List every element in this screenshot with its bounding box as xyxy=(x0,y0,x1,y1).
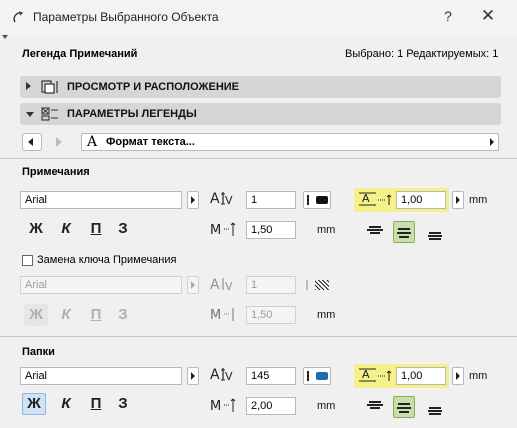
folders-width-unit: mm xyxy=(317,400,336,412)
folders-underline-button[interactable]: П xyxy=(84,393,108,415)
line-spacing-icon: A xyxy=(359,192,392,206)
selection-count: Выбрано: 1 Редактируемых: 1 xyxy=(345,48,499,60)
folders-heading: Папки xyxy=(22,346,55,358)
svg-text:M: M xyxy=(210,308,221,323)
notes-strike-button[interactable]: З xyxy=(111,218,135,240)
notes-font-dropdown[interactable] xyxy=(187,191,199,209)
prev-panel-button[interactable] xyxy=(22,133,42,151)
font-size-icon-disabled: A V xyxy=(210,277,233,293)
svg-text:M: M xyxy=(210,223,221,238)
panel-select[interactable]: A Формат текста... xyxy=(81,133,499,151)
notes-italic-button[interactable]: К xyxy=(54,218,78,240)
folders-line-spacing-field[interactable]: 1,00 xyxy=(396,367,446,385)
notes-font-field[interactable]: Arial xyxy=(20,191,182,209)
view-placement-icon xyxy=(41,80,58,94)
font-size-icon: A V xyxy=(210,191,233,207)
override-underline-button[interactable]: П xyxy=(84,304,108,326)
override-checkbox-label: Замена ключа Примечания xyxy=(37,254,177,266)
arrow-left-icon xyxy=(28,138,33,146)
corner-marker xyxy=(2,35,8,39)
svg-text:A: A xyxy=(362,192,370,205)
override-font-dropdown[interactable] xyxy=(187,276,199,294)
folders-align-right-button[interactable] xyxy=(425,399,447,421)
line-spacing-icon: A xyxy=(359,368,392,382)
notes-bold-button[interactable]: Ж xyxy=(24,218,48,240)
panel-select-label: Формат текста... xyxy=(106,136,195,148)
app-icon xyxy=(13,11,24,23)
notes-underline-button[interactable]: П xyxy=(84,218,108,240)
notes-width-unit: mm xyxy=(317,224,336,236)
svg-text:V: V xyxy=(225,370,233,383)
folders-font-field[interactable]: Arial xyxy=(20,367,182,385)
svg-text:A: A xyxy=(210,367,220,383)
expand-right-icon xyxy=(26,82,31,90)
folders-strike-button[interactable]: З xyxy=(111,393,135,415)
folders-size-field[interactable]: 145 xyxy=(246,367,296,385)
section-legend-params[interactable]: ПАРАМЕТРЫ ЛЕГЕНДЫ xyxy=(20,103,501,125)
override-font-field[interactable]: Arial xyxy=(20,276,182,294)
text-format-icon: A xyxy=(87,134,98,150)
override-pen-color[interactable] xyxy=(303,276,331,294)
folders-italic-button[interactable]: К xyxy=(54,393,78,415)
folders-color-swatch xyxy=(316,372,328,380)
folders-pen-color[interactable] xyxy=(303,367,331,385)
override-width-unit: mm xyxy=(317,309,336,321)
notes-align-center-button[interactable] xyxy=(393,221,415,243)
notes-line-spacing-field[interactable]: 1,00 xyxy=(396,191,446,209)
folders-bold-button[interactable]: Ж xyxy=(22,393,46,415)
override-strike-button[interactable]: З xyxy=(111,304,135,326)
notes-line-spacing-unit: mm xyxy=(469,194,488,206)
folders-align-center-button[interactable] xyxy=(393,396,415,418)
legend-title: Легенда Примечаний xyxy=(22,48,138,60)
notes-heading: Примечания xyxy=(22,166,90,178)
section-legend-params-label: ПАРАМЕТРЫ ЛЕГЕНДЫ xyxy=(67,108,197,120)
title-bar: Параметры Выбранного Объекта ? ✕ xyxy=(0,0,517,34)
folders-width-field[interactable]: 2,00 xyxy=(246,397,296,415)
svg-text:V: V xyxy=(225,280,233,293)
folders-align-left-button[interactable] xyxy=(366,393,388,415)
font-size-icon: A V xyxy=(210,367,233,383)
override-color-pattern xyxy=(315,280,329,290)
width-factor-icon-disabled: M xyxy=(210,308,234,323)
section-view-placement[interactable]: ПРОСМОТР И РАСПОЛОЖЕНИЕ xyxy=(20,76,501,98)
svg-text:V: V xyxy=(225,194,233,207)
notes-align-left-button[interactable] xyxy=(366,218,388,240)
legend-params-icon xyxy=(41,107,58,121)
separator xyxy=(0,336,517,337)
width-factor-icon: M xyxy=(210,398,236,414)
folders-line-spacing-unit: mm xyxy=(469,370,488,382)
folders-font-dropdown[interactable] xyxy=(187,367,199,385)
notes-color-swatch xyxy=(316,196,328,204)
override-italic-button[interactable]: К xyxy=(54,304,78,326)
notes-size-field[interactable]: 1 xyxy=(246,191,296,209)
svg-text:A: A xyxy=(362,368,370,381)
svg-text:A: A xyxy=(210,191,220,207)
notes-pen-color[interactable] xyxy=(303,191,331,209)
width-factor-icon: M xyxy=(210,222,236,238)
notes-width-field[interactable]: 1,50 xyxy=(246,221,296,239)
dropdown-arrow-icon xyxy=(490,138,494,146)
override-size-field[interactable]: 1 xyxy=(246,276,296,294)
expand-down-icon xyxy=(26,112,34,117)
override-bold-button[interactable]: Ж xyxy=(24,304,48,326)
folders-line-spacing-dropdown[interactable] xyxy=(452,367,464,385)
section-view-placement-label: ПРОСМОТР И РАСПОЛОЖЕНИЕ xyxy=(67,81,240,93)
override-width-field[interactable]: 1,50 xyxy=(246,306,296,324)
svg-text:M: M xyxy=(210,399,221,414)
notes-align-right-button[interactable] xyxy=(425,224,447,246)
window-title: Параметры Выбранного Объекта xyxy=(33,10,219,24)
separator xyxy=(0,158,517,159)
next-panel-button[interactable] xyxy=(56,137,62,147)
close-button[interactable]: ✕ xyxy=(478,6,498,26)
help-button[interactable]: ? xyxy=(438,8,458,24)
override-checkbox[interactable] xyxy=(22,255,33,266)
notes-line-spacing-dropdown[interactable] xyxy=(452,191,464,209)
svg-text:A: A xyxy=(210,277,220,293)
